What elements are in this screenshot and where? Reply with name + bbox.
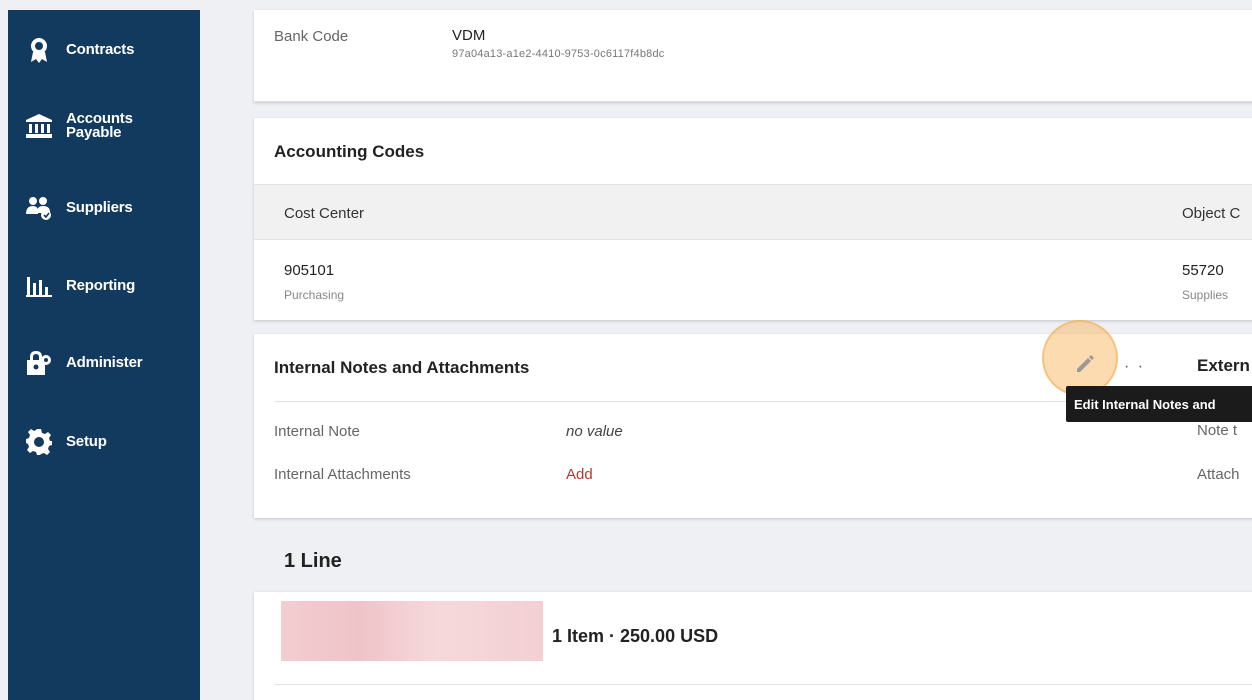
sidebar-nav: Contracts Accounts Payable Suppliers Rep… [0, 0, 200, 700]
bank-code-value: VDM [452, 27, 486, 44]
sidebar-item-label: Administer [66, 354, 143, 371]
internal-attachments-add-link[interactable]: Add [566, 466, 593, 483]
sidebar-item-label: Suppliers [66, 199, 133, 216]
bank-info-card: Bank Code VDM 97a04a13-a1e2-4410-9753-0c… [254, 10, 1252, 102]
notes-divider [274, 401, 1154, 402]
column-header-object-code: Object C [1182, 205, 1241, 222]
more-options-icon[interactable]: · · [1124, 358, 1145, 376]
edit-tooltip: Edit Internal Notes and [1066, 386, 1252, 422]
line-summary: 1 Item · 250.00 USD [552, 626, 719, 646]
external-notes-title: Extern [1197, 356, 1250, 375]
bank-code-label: Bank Code [274, 28, 349, 45]
sidebar-item-reporting[interactable]: Reporting [8, 258, 200, 314]
sidebar-item-label: Setup [66, 433, 107, 450]
sidebar-item-setup[interactable]: Setup [8, 414, 200, 470]
bar-chart-icon [26, 273, 52, 299]
line-item-card: 1 Item · 250.00 USD [254, 592, 1252, 700]
accounting-header-row: Cost Center Object C [254, 184, 1252, 240]
sidebar-item-label: Reporting [66, 277, 136, 294]
gear-icon [26, 429, 52, 455]
edit-pencil-icon[interactable] [1074, 352, 1096, 374]
attachments-label-right: Attach [1197, 466, 1240, 483]
sidebar-item-suppliers[interactable]: Suppliers [8, 180, 200, 236]
main-content: Bank Code VDM 97a04a13-a1e2-4410-9753-0c… [200, 0, 1252, 700]
sidebar-top-gap [0, 0, 200, 10]
internal-note-label: Internal Note [274, 423, 360, 440]
sidebar-left-gap [0, 0, 8, 700]
lines-title: 1 Line [284, 550, 342, 572]
bank-code-id: 97a04a13-a1e2-4410-9753-0c6117f4b8dc [452, 48, 665, 60]
award-icon [26, 37, 52, 63]
sidebar-item-administer[interactable]: Administer [8, 335, 200, 391]
sidebar-item-accounts-payable[interactable]: Accounts Payable [8, 98, 200, 154]
accounting-codes-card: Accounting Codes Cost Center Object C 90… [254, 118, 1252, 320]
users-icon [26, 195, 52, 221]
line-divider [274, 684, 1252, 685]
bank-icon [26, 113, 52, 139]
object-code-value: 55720 [1182, 262, 1224, 279]
redacted-thumbnail [281, 601, 543, 661]
accounting-codes-title: Accounting Codes [274, 142, 425, 161]
object-code-sub: Supplies [1182, 288, 1229, 302]
note-to-label: Note t [1197, 422, 1238, 439]
sidebar-item-contracts[interactable]: Contracts [8, 22, 200, 78]
lock-gear-icon [26, 350, 52, 376]
internal-attachments-label: Internal Attachments [274, 466, 411, 483]
internal-note-value: no value [566, 423, 623, 440]
sidebar-item-label: Accounts Payable [66, 110, 133, 141]
cost-center-value: 905101 [284, 262, 335, 279]
sidebar-item-label: Contracts [66, 41, 135, 58]
cost-center-sub: Purchasing [284, 288, 345, 302]
internal-notes-title: Internal Notes and Attachments [274, 358, 530, 377]
column-header-cost-center: Cost Center [284, 205, 365, 222]
